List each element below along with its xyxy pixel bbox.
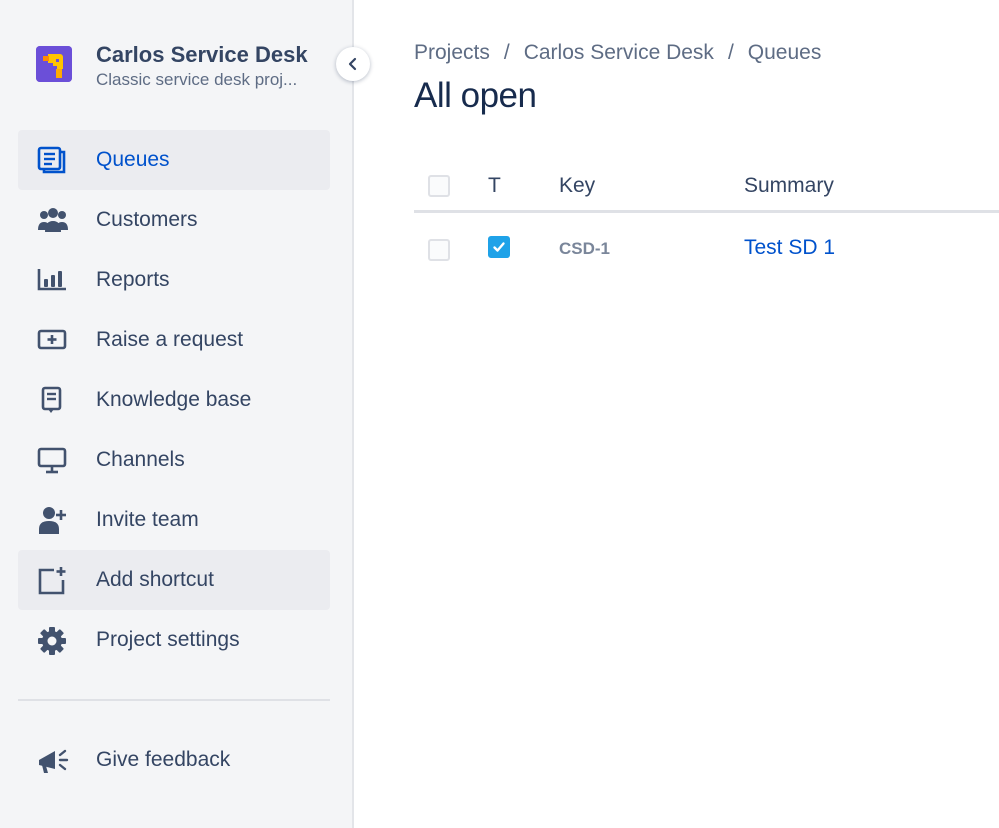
gear-icon: [36, 626, 72, 655]
sidebar-item-channels[interactable]: Channels: [18, 430, 330, 490]
project-header[interactable]: Carlos Service Desk Classic service desk…: [36, 40, 336, 90]
give-feedback-label: Give feedback: [96, 748, 231, 771]
breadcrumb-project[interactable]: Carlos Service Desk: [524, 41, 714, 65]
chevron-left-icon: [348, 57, 357, 71]
sidebar-item-knowledge-base[interactable]: Knowledge base: [18, 370, 330, 430]
breadcrumb-separator: /: [503, 41, 510, 64]
select-all-checkbox[interactable]: [428, 175, 450, 197]
breadcrumb-projects[interactable]: Projects: [414, 41, 490, 65]
add-shortcut-icon: [36, 566, 72, 595]
column-header-key[interactable]: Key: [559, 174, 595, 198]
issue-key[interactable]: CSD-1: [559, 239, 610, 259]
sidebar-item-invite-team[interactable]: Invite team: [18, 490, 330, 550]
sidebar-item-label: Queues: [96, 148, 170, 171]
breadcrumb-queues[interactable]: Queues: [748, 41, 822, 65]
raise-request-icon: [36, 326, 72, 354]
main-content: Projects / Carlos Service Desk / Queues All …: [354, 0, 999, 828]
sidebar-item-label: Add shortcut: [96, 568, 214, 591]
sidebar-item-reports[interactable]: Reports: [18, 250, 330, 310]
customers-icon: [36, 206, 72, 234]
collapse-sidebar-button[interactable]: [336, 47, 370, 81]
sidebar-item-label: Customers: [96, 208, 198, 231]
megaphone-icon: [36, 746, 72, 774]
give-feedback-button[interactable]: Give feedback: [18, 730, 330, 790]
queues-icon: [36, 146, 72, 174]
sidebar-item-label: Invite team: [96, 508, 199, 531]
table-row[interactable]: CSD-1 Test SD 1: [414, 214, 999, 280]
breadcrumb: Projects / Carlos Service Desk / Queues: [414, 41, 821, 65]
sidebar-item-label: Reports: [96, 268, 170, 291]
channels-icon: [36, 446, 72, 474]
sidebar-item-add-shortcut[interactable]: Add shortcut: [18, 550, 330, 610]
sidebar-item-project-settings[interactable]: Project settings: [18, 610, 330, 670]
sidebar-item-label: Knowledge base: [96, 388, 252, 411]
sidebar: Carlos Service Desk Classic service desk…: [0, 0, 370, 828]
row-checkbox[interactable]: [428, 239, 450, 261]
project-avatar: [36, 46, 72, 82]
column-header-type[interactable]: T: [488, 174, 501, 198]
reports-icon: [36, 266, 72, 294]
invite-team-icon: [36, 506, 72, 534]
task-type-icon: [488, 236, 510, 258]
sidebar-divider: [18, 699, 330, 701]
project-name: Carlos Service Desk: [96, 42, 308, 67]
breadcrumb-separator: /: [727, 41, 734, 64]
sidebar-item-label: Project settings: [96, 628, 240, 651]
sidebar-item-raise-request[interactable]: Raise a request: [18, 310, 330, 370]
project-subtitle: Classic service desk proj...: [96, 70, 298, 89]
column-header-summary[interactable]: Summary: [744, 174, 834, 198]
sidebar-item-label: Channels: [96, 448, 185, 471]
sidebar-item-queues[interactable]: Queues: [18, 130, 330, 190]
knowledge-base-icon: [36, 386, 72, 414]
issue-summary-link[interactable]: Test SD 1: [744, 236, 835, 260]
sidebar-item-label: Raise a request: [96, 328, 244, 351]
sidebar-item-customers[interactable]: Customers: [18, 190, 330, 250]
page-title: All open: [414, 76, 537, 115]
table-header: T Key Summary: [414, 160, 999, 213]
